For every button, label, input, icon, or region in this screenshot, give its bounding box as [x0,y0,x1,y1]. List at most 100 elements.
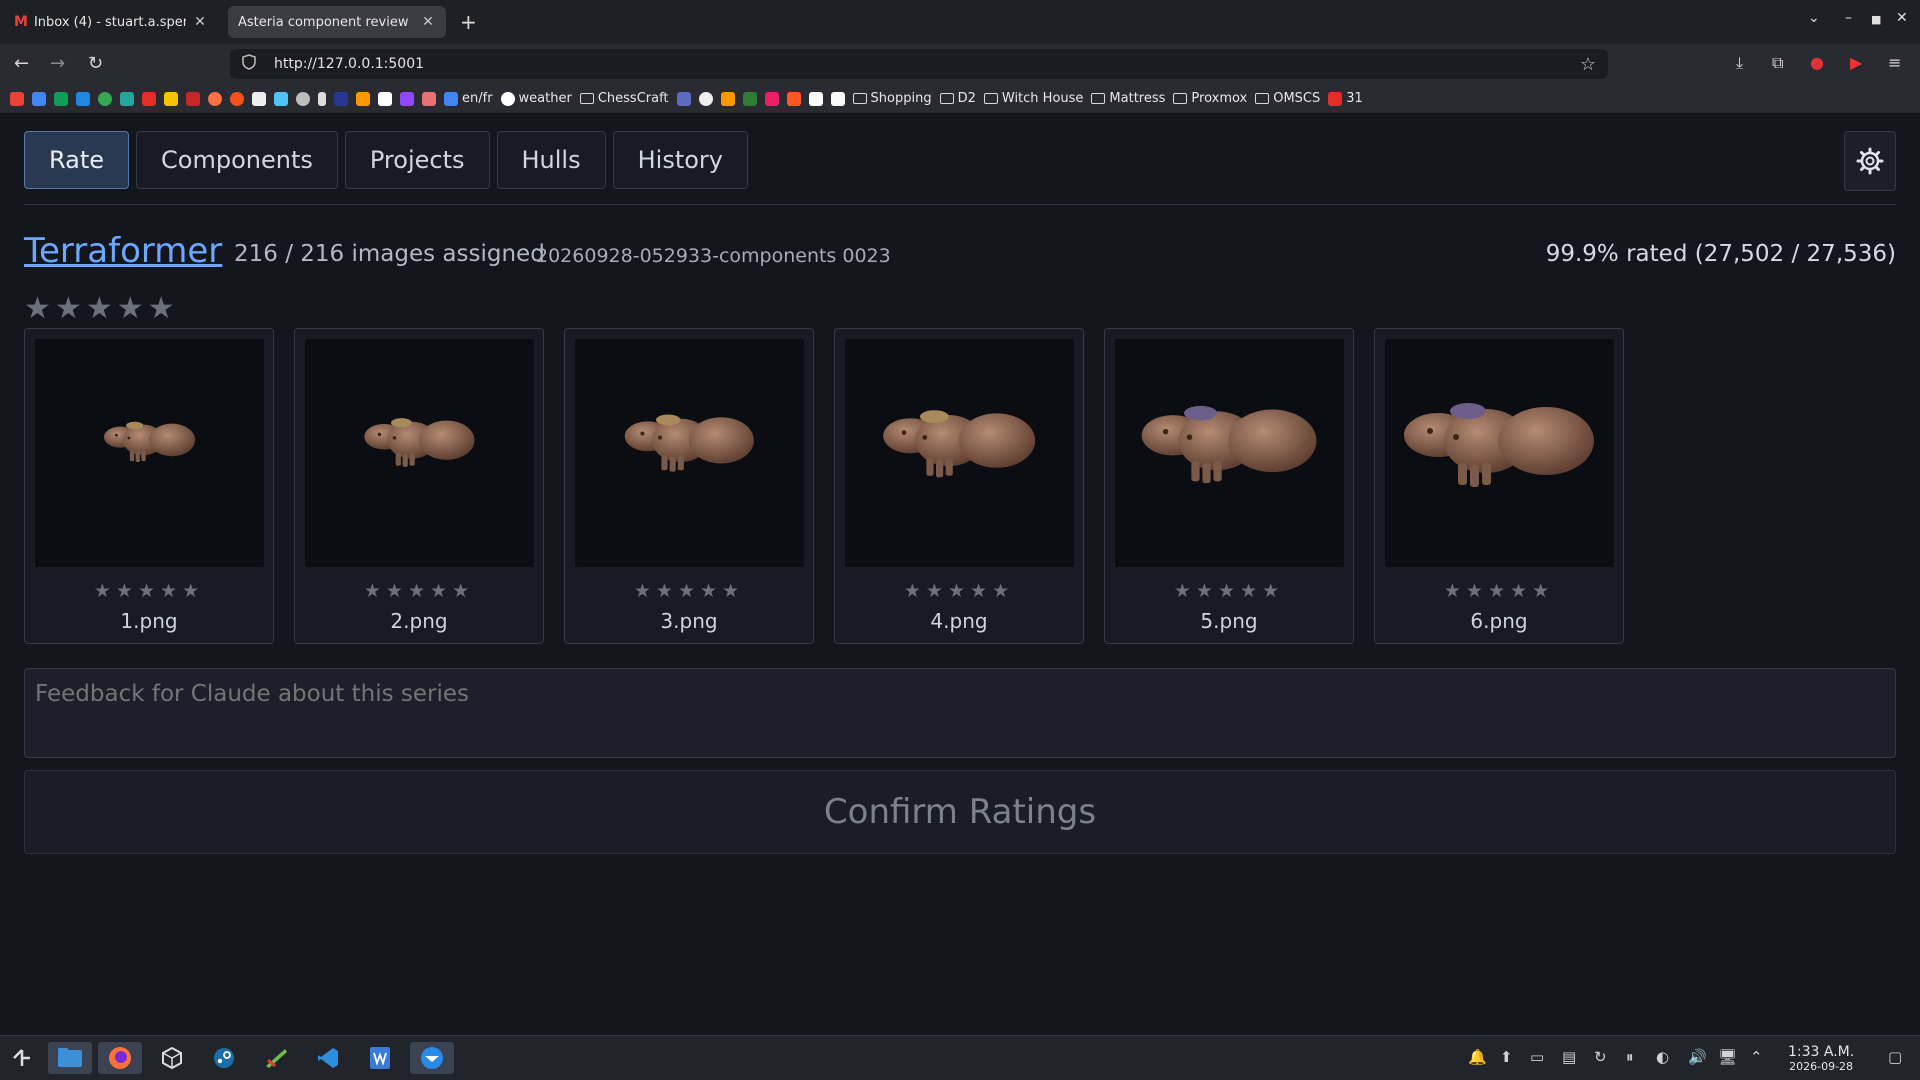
bookmark-icon[interactable] [720,91,735,106]
star-icon[interactable]: ★ [1510,580,1532,602]
drive-bookmark-icon[interactable] [54,91,68,106]
star-icon[interactable]: ★ [86,291,117,326]
youtube-bookmark-icon[interactable] [142,91,156,106]
browser-tab-asteria[interactable]: Asteria component review ✕ [228,6,446,38]
feedback-textarea[interactable] [24,668,1896,758]
steam-tray-icon[interactable]: ◐ [1656,1048,1669,1066]
star-icon[interactable]: ★ [722,580,744,602]
confirm-ratings-button[interactable]: Confirm Ratings [24,770,1896,854]
notifications-icon[interactable]: 🔔 [1468,1048,1487,1066]
back-icon[interactable]: ← [14,53,29,74]
calendar-bookmark-icon[interactable] [32,91,46,106]
star-icon[interactable]: ★ [992,580,1014,602]
star-icon[interactable]: ★ [1444,580,1466,602]
clock[interactable]: 1:33 A.M. 2026-09-28 [1788,1044,1854,1073]
star-icon[interactable]: ★ [1240,580,1262,602]
close-window-icon[interactable]: ✕ [1896,10,1908,26]
extensions-icon[interactable]: ⧉ [1772,53,1783,73]
volume-icon[interactable]: 🔊 [1688,1048,1707,1066]
star-icon[interactable]: ★ [1466,580,1488,602]
app-launcher-icon[interactable] [0,1042,44,1074]
star-icon[interactable]: ★ [970,580,992,602]
star-icon[interactable]: ★ [656,580,678,602]
image-star-rating[interactable]: ★★★★★ [1105,580,1353,602]
bookmark-icon[interactable] [334,91,348,106]
star-icon[interactable]: ★ [678,580,700,602]
image-star-rating[interactable]: ★★★★★ [565,580,813,602]
image-star-rating[interactable]: ★★★★★ [1375,580,1623,602]
media-icon[interactable]: ⏸ [1626,1048,1634,1066]
star-icon[interactable]: ★ [364,580,386,602]
file-manager-icon[interactable] [48,1042,92,1074]
settings-button[interactable] [1844,131,1896,191]
bookmark-youtube-31[interactable]: 31 [1328,91,1363,106]
star-icon[interactable]: ★ [926,580,948,602]
bookmark-folder-witch-house[interactable]: Witch House [983,91,1083,106]
bookmark-icon[interactable] [296,91,310,106]
steam-icon[interactable] [202,1042,246,1074]
tab-components[interactable]: Components [136,131,338,189]
tab-rate[interactable]: Rate [24,131,130,189]
close-tab-icon[interactable]: ✕ [420,14,436,30]
bookmark-icon[interactable] [378,91,392,106]
star-icon[interactable]: ★ [138,580,160,602]
star-icon[interactable]: ★ [55,291,86,326]
bookmark-icon[interactable] [164,91,178,106]
component-render-image[interactable] [1385,339,1614,567]
ublock-icon[interactable]: ● [1810,53,1824,72]
series-star-rating[interactable]: ★★★★★ [24,291,179,326]
bookmark-folder-d2[interactable]: D2 [939,91,976,106]
show-desktop-icon[interactable]: ▢ [1888,1048,1902,1066]
bookmark-icon[interactable] [318,91,326,106]
url-bar[interactable]: http://127.0.0.1:5001 ☆ [230,49,1608,79]
star-icon[interactable]: ★ [117,291,148,326]
sync-icon[interactable]: ↻ [1594,1048,1607,1066]
writer-icon[interactable] [358,1042,402,1074]
star-icon[interactable]: ★ [182,580,204,602]
star-icon[interactable]: ★ [148,291,179,326]
tab-history[interactable]: History [612,131,748,189]
series-link[interactable]: Terraformer [24,231,222,271]
component-render-image[interactable] [305,339,534,567]
star-icon[interactable]: ★ [386,580,408,602]
component-render-image[interactable] [845,339,1074,567]
bookmark-icon[interactable] [830,91,845,106]
site-info-icon[interactable] [242,54,260,74]
bookmark-icon[interactable] [120,91,134,106]
bookmark-icon[interactable] [786,91,801,106]
close-tab-icon[interactable]: ✕ [192,14,208,30]
image-star-rating[interactable]: ★★★★★ [295,580,543,602]
clipboard-icon[interactable]: ▤ [1562,1048,1576,1066]
star-icon[interactable]: ★ [116,580,138,602]
star-icon[interactable]: ★ [452,580,474,602]
component-render-image[interactable] [1115,339,1344,567]
bookmark-icon[interactable] [742,91,757,106]
component-render-image[interactable] [575,339,804,567]
star-icon[interactable]: ★ [430,580,452,602]
star-icon[interactable]: ★ [1218,580,1240,602]
bookmark-icon[interactable] [274,91,288,106]
bookmark-enfr[interactable]: en/fr [444,91,493,106]
bookmark-icon[interactable] [76,91,90,106]
list-tabs-icon[interactable]: ⌄ [1808,10,1820,26]
minimize-icon[interactable]: – [1845,10,1852,26]
downloads-icon[interactable]: ⤓ [1736,53,1743,73]
star-icon[interactable]: ★ [904,580,926,602]
bookmark-icon[interactable] [676,91,691,106]
editor-app-icon[interactable] [254,1042,298,1074]
bookmark-folder-chesscraft[interactable]: ChessCraft [579,91,669,106]
bookmark-folder-omscs[interactable]: OMSCS [1255,91,1320,106]
tab-hulls[interactable]: Hulls [496,131,606,189]
star-icon[interactable]: ★ [1174,580,1196,602]
firefox-icon[interactable] [98,1042,142,1074]
reload-icon[interactable]: ↻ [88,53,103,74]
star-icon[interactable]: ★ [1488,580,1510,602]
maximize-icon[interactable]: ■ [1871,13,1881,26]
bookmark-icon[interactable] [208,91,222,106]
bookmark-folder-proxmox[interactable]: Proxmox [1173,91,1247,106]
menu-icon[interactable]: ≡ [1888,53,1901,72]
bookmark-icon[interactable] [186,91,200,106]
star-icon[interactable]: ★ [1196,580,1218,602]
bookmark-icon[interactable] [422,91,436,106]
bookmark-folder-shopping[interactable]: Shopping [852,91,932,106]
